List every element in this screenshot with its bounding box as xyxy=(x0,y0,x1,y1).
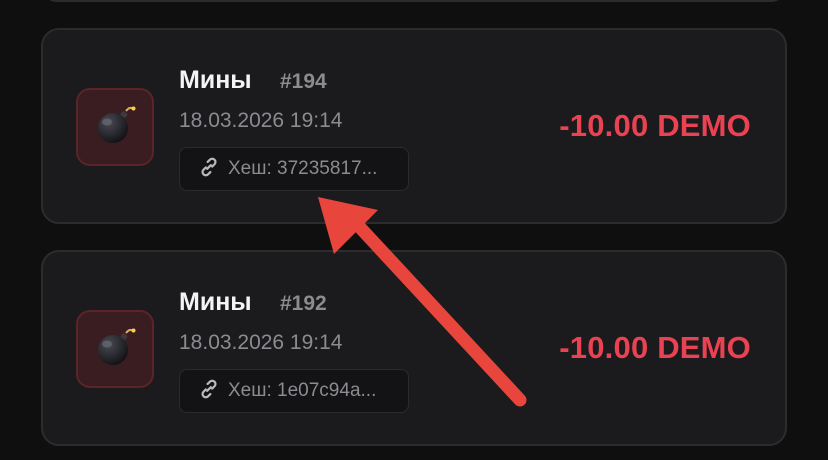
transaction-amount: -10.00 DEMO xyxy=(559,330,751,365)
hash-value: Хеш: 37235817... xyxy=(228,158,378,179)
link-icon xyxy=(198,156,220,183)
game-name: Мины xyxy=(179,288,252,316)
game-id: #192 xyxy=(280,292,327,315)
transaction-datetime: 18.03.2026 19:14 xyxy=(179,109,343,132)
transaction-card[interactable]: Мины #192 18.03.2026 19:14 Хеш: 1e07c94a… xyxy=(41,250,787,446)
hash-pill[interactable]: Хеш: 37235817... xyxy=(179,147,409,191)
game-icon-box xyxy=(76,310,154,388)
transaction-card-partial[interactable] xyxy=(41,0,787,2)
transaction-card[interactable]: Мины #194 18.03.2026 19:14 Хеш: 37235817… xyxy=(41,28,787,224)
hash-pill[interactable]: Хеш: 1e07c94a... xyxy=(179,369,409,413)
game-name: Мины xyxy=(179,66,252,94)
bomb-icon xyxy=(93,325,137,374)
transaction-amount: -10.00 DEMO xyxy=(559,108,751,143)
game-id: #194 xyxy=(280,70,327,93)
transaction-datetime: 18.03.2026 19:14 xyxy=(179,331,343,354)
transaction-history-page: Мины #194 18.03.2026 19:14 Хеш: 37235817… xyxy=(0,0,828,460)
game-icon-box xyxy=(76,88,154,166)
bomb-icon xyxy=(93,103,137,152)
hash-value: Хеш: 1e07c94a... xyxy=(228,380,377,401)
link-icon xyxy=(198,378,220,405)
